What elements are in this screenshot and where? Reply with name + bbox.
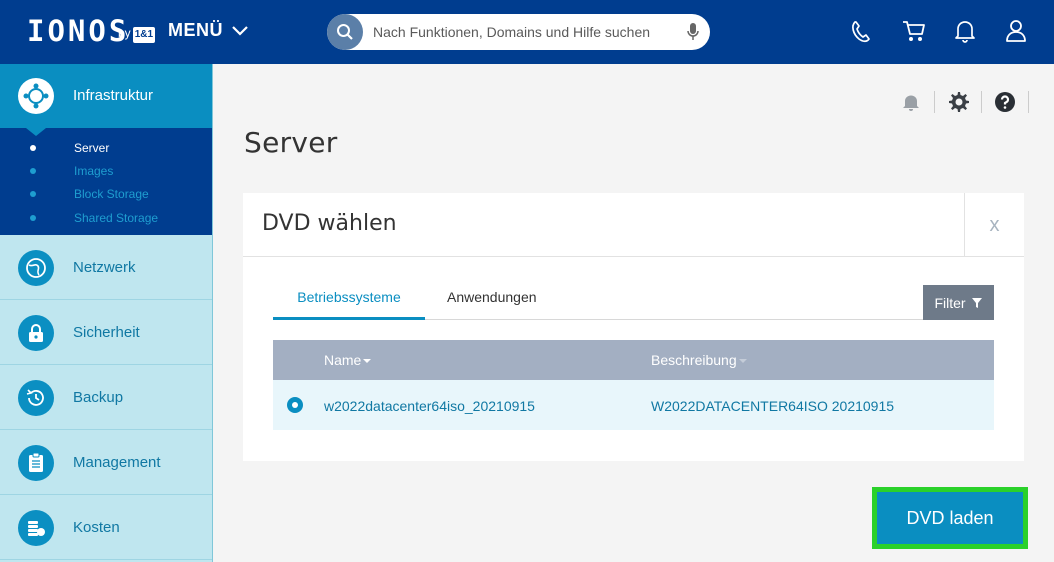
sidebar-item-label: Backup: [73, 389, 124, 406]
bullet-icon: [30, 145, 36, 151]
filter-label: Filter: [934, 294, 966, 311]
sidebar-item-label: Infrastruktur: [73, 87, 154, 104]
top-bar: IONOS by 1&1 MENÜ: [0, 0, 1054, 64]
lock-icon: [18, 315, 54, 351]
tab-betriebssysteme[interactable]: Betriebssysteme: [273, 289, 425, 320]
sidebar: Infrastruktur Server Images Block Storag…: [0, 64, 213, 562]
subnav-item-server[interactable]: Server: [74, 141, 109, 155]
coins-icon: [18, 510, 54, 546]
divider: [981, 91, 982, 113]
sidebar-item-netzwerk[interactable]: Netzwerk: [0, 236, 212, 300]
column-header-beschreibung[interactable]: Beschreibung: [651, 352, 748, 368]
sort-down-icon: [738, 359, 747, 363]
logo[interactable]: IONOS: [27, 14, 129, 48]
phone-icon[interactable]: [849, 18, 873, 44]
column-header-name[interactable]: Name: [324, 352, 372, 368]
sidebar-item-label: Netzwerk: [73, 259, 136, 276]
dvd-load-button[interactable]: DVD laden: [877, 492, 1023, 544]
history-icon: [18, 380, 54, 416]
filter-button[interactable]: Filter: [923, 285, 994, 320]
sidebar-item-label: Management: [73, 454, 161, 471]
bell-icon[interactable]: [953, 18, 977, 44]
brand-badge: 1&1: [132, 27, 156, 43]
sort-down-icon: [363, 359, 372, 363]
row-radio-selected[interactable]: [287, 397, 303, 413]
row-description: W2022DATACENTER64ISO 20210915: [651, 398, 895, 414]
sidebar-item-management[interactable]: Management: [0, 431, 212, 495]
sidebar-item-label: Sicherheit: [73, 324, 140, 341]
cart-icon[interactable]: [901, 18, 927, 44]
tab-bar: Betriebssysteme Anwendungen: [273, 289, 994, 320]
divider: [1028, 91, 1029, 113]
sidebar-item-backup[interactable]: Backup: [0, 366, 212, 430]
load-button-highlight: DVD laden: [872, 487, 1028, 549]
chevron-down-icon: [232, 25, 248, 36]
help-icon[interactable]: [994, 91, 1016, 113]
dialog-title: DVD wählen: [262, 211, 397, 236]
table-header: Name Beschreibung: [273, 340, 994, 380]
bullet-icon: [30, 215, 36, 221]
search-input[interactable]: [373, 20, 673, 44]
dvd-dialog: DVD wählen x Betriebssysteme Anwendungen…: [243, 193, 1024, 461]
funnel-icon: [971, 297, 982, 308]
search-box: [327, 14, 710, 50]
bullet-icon: [30, 168, 36, 174]
page-toolbar: [900, 90, 1029, 114]
divider: [934, 91, 935, 113]
close-button[interactable]: x: [964, 193, 1024, 257]
logo-by-label: by 1&1: [118, 25, 156, 43]
globe-icon: [18, 250, 54, 286]
row-name: w2022datacenter64iso_20210915: [324, 398, 535, 414]
sidebar-item-kosten[interactable]: Kosten: [0, 496, 212, 560]
search-icon: [337, 24, 353, 40]
page-title: Server: [244, 126, 338, 159]
dialog-header: DVD wählen x: [243, 193, 1024, 257]
infrastructure-icon: [18, 78, 54, 114]
active-indicator: [26, 128, 46, 136]
subnav-item-block-storage[interactable]: Block Storage: [74, 187, 149, 201]
sidebar-item-sicherheit[interactable]: Sicherheit: [0, 301, 212, 365]
menu-label: MENÜ: [168, 20, 223, 40]
microphone-icon[interactable]: [686, 22, 700, 42]
search-button[interactable]: [327, 14, 363, 50]
clipboard-icon: [18, 445, 54, 481]
subnav-item-shared-storage[interactable]: Shared Storage: [74, 211, 158, 225]
user-icon[interactable]: [1004, 18, 1028, 44]
sidebar-item-infrastruktur[interactable]: Infrastruktur: [0, 64, 212, 136]
subnav-item-images[interactable]: Images: [74, 164, 113, 178]
gear-icon[interactable]: [947, 91, 969, 113]
table-row[interactable]: w2022datacenter64iso_20210915 W2022DATAC…: [273, 380, 994, 430]
bell-icon[interactable]: [900, 92, 922, 112]
sub-navigation: Server Images Block Storage Shared Stora…: [0, 128, 212, 235]
tab-anwendungen[interactable]: Anwendungen: [447, 289, 537, 320]
menu-button[interactable]: MENÜ: [168, 20, 249, 41]
sidebar-item-label: Kosten: [73, 519, 120, 536]
bullet-icon: [30, 191, 36, 197]
